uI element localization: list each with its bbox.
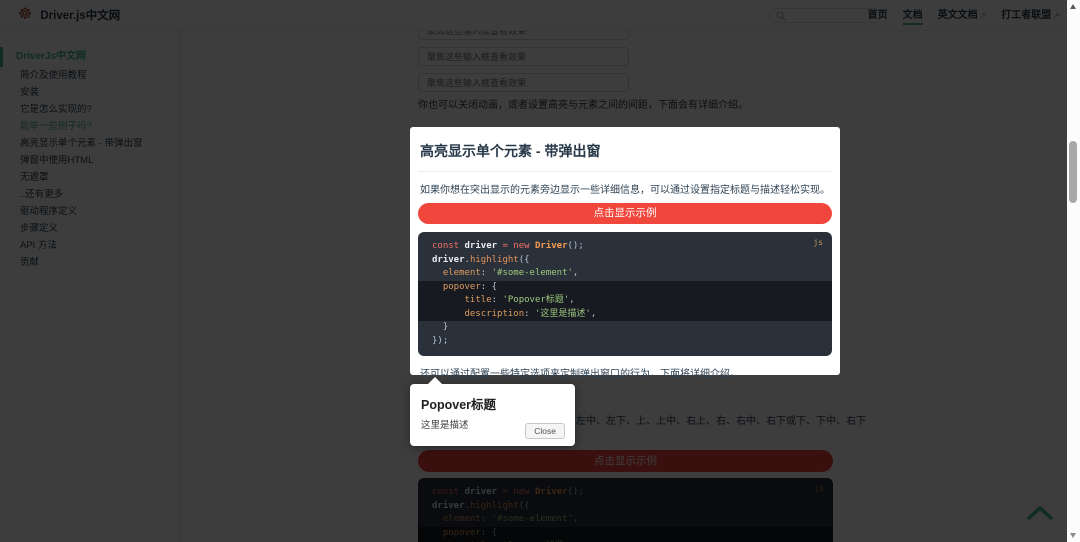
- highlighted-section: 高亮显示单个元素 - 带弹出窗 如果你想在突出显示的元素旁边显示一些详细信息，可…: [410, 127, 840, 380]
- code-language-badge: js: [813, 238, 823, 247]
- section-title: 高亮显示单个元素 - 带弹出窗: [418, 127, 832, 172]
- popover-close-button[interactable]: Close: [525, 423, 565, 439]
- code-line: popover: {: [418, 280, 832, 294]
- scrollbar-up-arrow-icon[interactable]: [1070, 4, 1076, 9]
- code-line: }: [432, 322, 449, 332]
- page: 你也可以关闭动画，或者设置高亮与元素之间的间距，下面会有详细介绍。 左中、左下、…: [0, 0, 1080, 542]
- code-line: driver.highlight({: [432, 254, 530, 265]
- code-line: });: [432, 335, 449, 346]
- scrollbar[interactable]: [1067, 0, 1080, 542]
- code-block-1: js const driver = new Driver(); driver.hi…: [418, 232, 832, 356]
- driver-popover: Popover标题 这里是描述 Close: [410, 377, 575, 446]
- code-line: description: '这里是描述',: [418, 307, 832, 321]
- scrollbar-thumb[interactable]: [1069, 141, 1077, 203]
- show-example-button[interactable]: 点击显示示例: [418, 203, 832, 224]
- scrollbar-down-arrow-icon[interactable]: [1070, 533, 1076, 538]
- section-description: 如果你想在突出显示的元素旁边显示一些详细信息，可以通过设置指定标题与描述轻松实现…: [420, 185, 830, 196]
- popover-title: Popover标题: [421, 398, 497, 412]
- code-line: title: 'Popover标题',: [418, 294, 832, 308]
- section-after-note: 还可以通过配置一些特定选项来定制弹出窗口的行为，下面将详细介绍。: [420, 369, 740, 380]
- code-line: element: '#some-element',: [442, 268, 579, 278]
- popover-arrow: [428, 377, 442, 384]
- code-line: const driver = new Driver();: [432, 241, 584, 251]
